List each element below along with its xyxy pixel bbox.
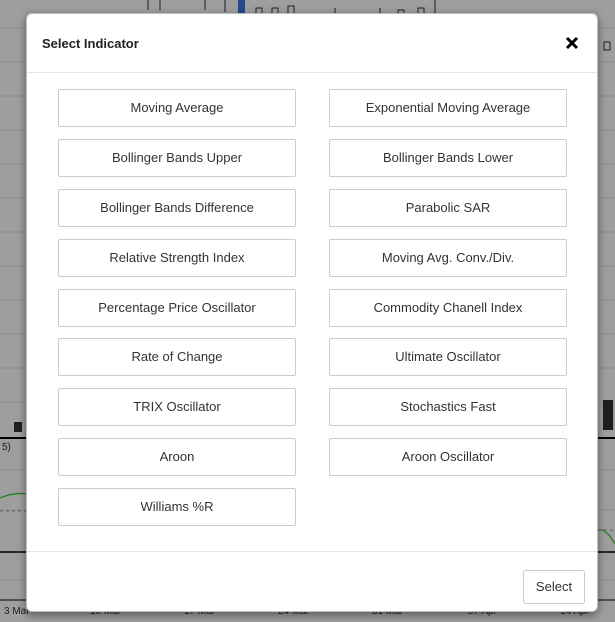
indicator-aroon-oscillator[interactable]: Aroon Oscillator	[329, 438, 567, 476]
indicator-exponential-moving-average[interactable]: Exponential Moving Average	[329, 89, 567, 127]
modal-title: Select Indicator	[42, 36, 139, 51]
select-indicator-modal: Select Indicator Moving Average Exponent…	[26, 13, 598, 612]
indicator-moving-avg-conv-div[interactable]: Moving Avg. Conv./Div.	[329, 239, 567, 277]
indicator-aroon[interactable]: Aroon	[58, 438, 296, 476]
select-button[interactable]: Select	[523, 570, 585, 604]
indicator-commodity-chanell-index[interactable]: Commodity Chanell Index	[329, 289, 567, 327]
indicator-bollinger-bands-upper[interactable]: Bollinger Bands Upper	[58, 139, 296, 177]
indicator-moving-average[interactable]: Moving Average	[58, 89, 296, 127]
indicator-trix-oscillator[interactable]: TRIX Oscillator	[58, 388, 296, 426]
modal-footer: Select	[27, 551, 597, 611]
indicator-parabolic-sar[interactable]: Parabolic SAR	[329, 189, 567, 227]
indicator-percentage-price-oscillator[interactable]: Percentage Price Oscillator	[58, 289, 296, 327]
indicator-rate-of-change[interactable]: Rate of Change	[58, 338, 296, 376]
indicator-bollinger-bands-lower[interactable]: Bollinger Bands Lower	[329, 139, 567, 177]
close-icon[interactable]	[565, 36, 579, 50]
indicator-williams-r[interactable]: Williams %R	[58, 488, 296, 526]
indicator-stochastics-fast[interactable]: Stochastics Fast	[329, 388, 567, 426]
indicator-relative-strength-index[interactable]: Relative Strength Index	[58, 239, 296, 277]
modal-header: Select Indicator	[27, 14, 597, 73]
modal-body: Moving Average Exponential Moving Averag…	[27, 73, 597, 551]
indicator-bollinger-bands-difference[interactable]: Bollinger Bands Difference	[58, 189, 296, 227]
indicator-ultimate-oscillator[interactable]: Ultimate Oscillator	[329, 338, 567, 376]
